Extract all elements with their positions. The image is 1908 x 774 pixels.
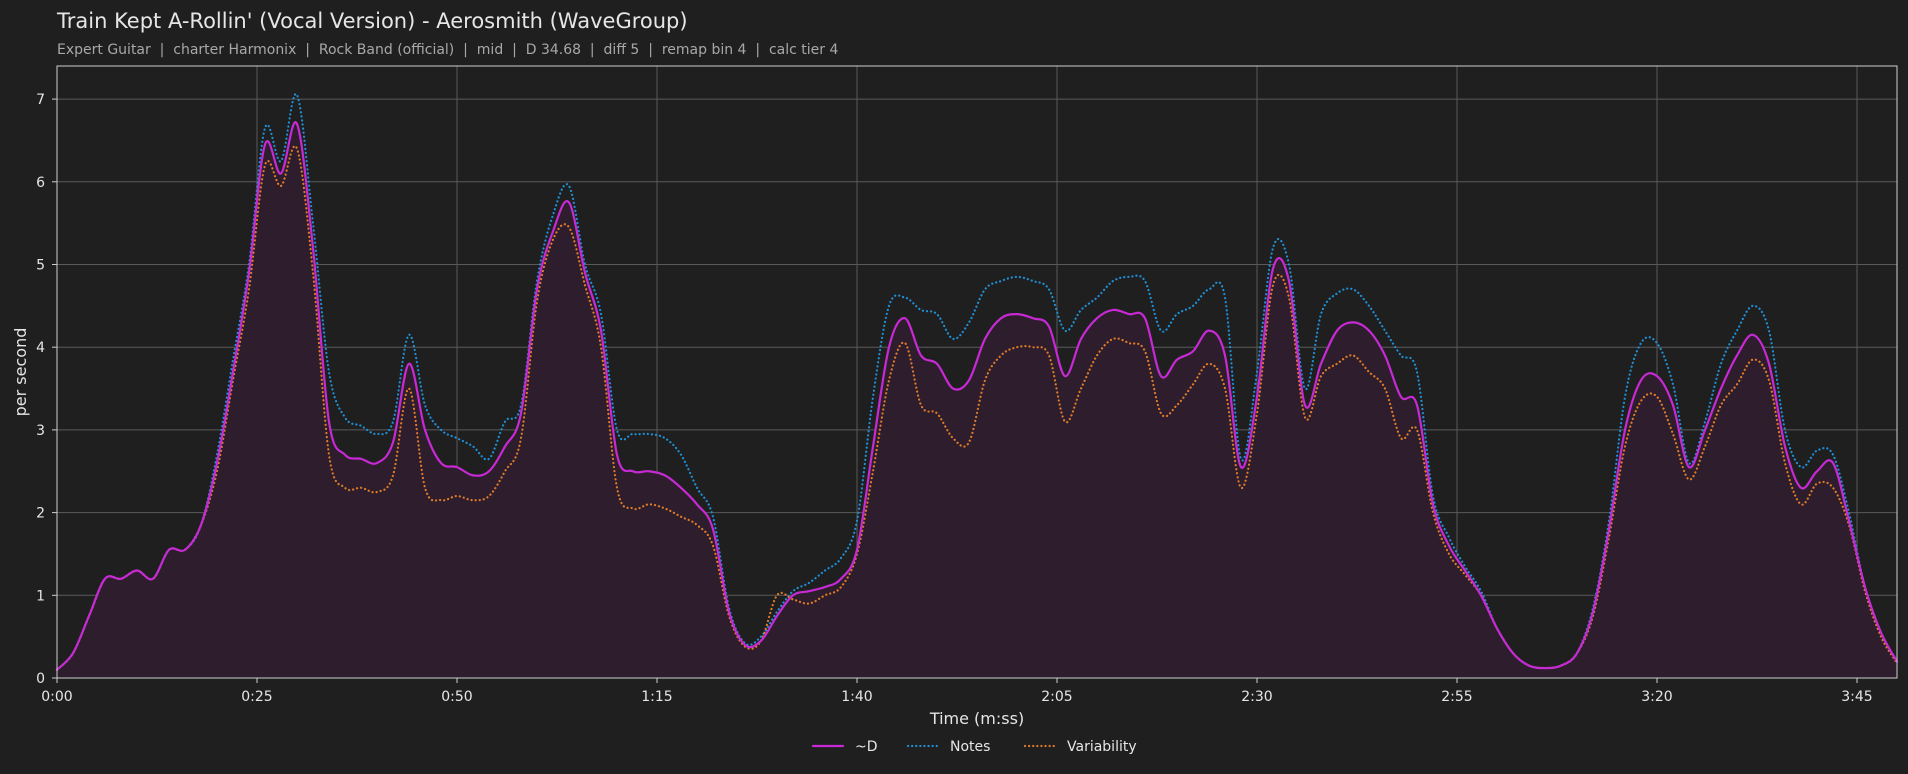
legend-label: ~D [855, 739, 878, 755]
legend-item-variability: Variability [1023, 739, 1137, 755]
x-tick-label: 2:05 [1041, 689, 1072, 705]
series-area-d [57, 122, 1897, 679]
y-tick-label: 5 [36, 257, 45, 273]
y-tick-label: 2 [36, 506, 45, 522]
y-tick-label: 4 [36, 340, 45, 356]
x-tick-label: 1:40 [841, 689, 872, 705]
legend-item-notes: Notes [906, 739, 990, 755]
chart-title: Train Kept A-Rollin' (Vocal Version) - A… [56, 9, 688, 33]
y-tick-label: 0 [36, 671, 45, 687]
y-tick-label: 7 [36, 92, 45, 108]
x-tick-label: 1:15 [641, 689, 672, 705]
x-tick-label: 3:45 [1841, 689, 1872, 705]
y-axis-label: per second [11, 328, 30, 417]
chart-root: Train Kept A-Rollin' (Vocal Version) - A… [0, 0, 1908, 774]
legend-label: Notes [950, 739, 990, 755]
x-tick-label: 0:50 [441, 689, 472, 705]
x-tick-label: 3:20 [1641, 689, 1672, 705]
x-tick-label: 2:55 [1441, 689, 1472, 705]
legend-label: Variability [1067, 739, 1137, 755]
legend-item-d: ~D [811, 739, 878, 755]
y-tick-label: 6 [36, 175, 45, 191]
legend: ~D Notes Variability [811, 739, 1137, 755]
fill-layer [57, 122, 1897, 679]
x-tick-label: 0:00 [41, 689, 72, 705]
y-tick-label: 3 [36, 423, 45, 439]
x-tick-label: 0:25 [241, 689, 272, 705]
x-tick-label: 2:30 [1241, 689, 1272, 705]
chart-subtitle: Expert Guitar | charter Harmonix | Rock … [57, 42, 838, 58]
x-axis-label: Time (m:ss) [929, 709, 1024, 728]
chart-canvas: Train Kept A-Rollin' (Vocal Version) - A… [11, 9, 1899, 755]
y-tick-label: 1 [36, 588, 45, 604]
